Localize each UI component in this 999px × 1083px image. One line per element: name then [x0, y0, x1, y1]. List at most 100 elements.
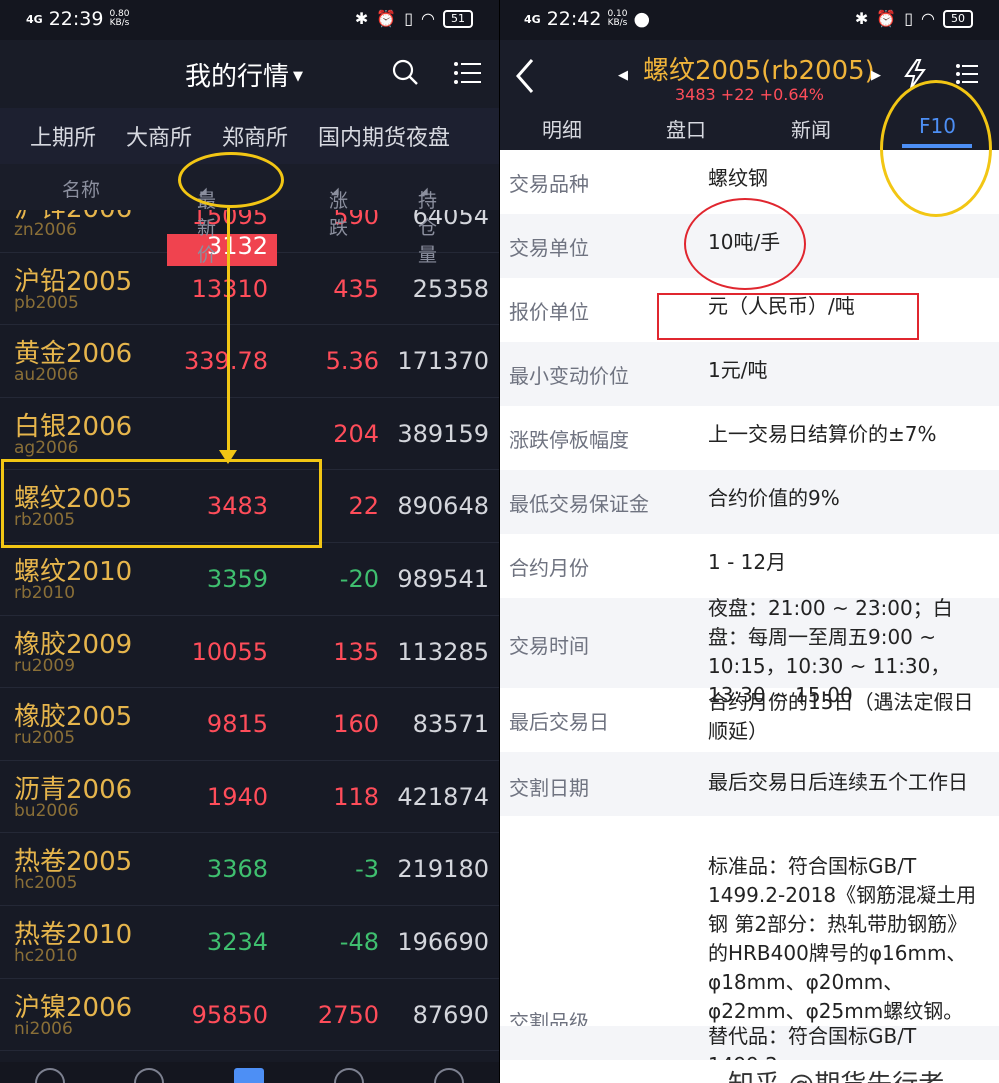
- tab-detail[interactable]: 明细: [542, 114, 582, 143]
- next-contract-icon[interactable]: ▶: [871, 68, 881, 83]
- price-change: 160: [333, 710, 379, 739]
- tab-orderbook[interactable]: 盘口: [666, 114, 706, 143]
- wifi-icon: ◠: [421, 9, 435, 28]
- open-interest: 87690: [412, 1000, 489, 1029]
- annotation-arrow: [227, 208, 230, 458]
- alarm-icon: ⏰: [876, 9, 897, 28]
- quote-row[interactable]: 热卷2010 hc2010 3234 -48 196690: [0, 906, 499, 979]
- prev-contract-icon[interactable]: ◀: [618, 68, 628, 83]
- spec-value: 合约价值的9%: [708, 486, 840, 510]
- price-change: 118: [333, 782, 379, 811]
- spec-label: 最低交易保证金: [509, 492, 649, 516]
- col-name[interactable]: 名称: [62, 175, 100, 202]
- bluetooth-icon: ✱: [354, 9, 369, 28]
- market-icon[interactable]: [134, 1068, 164, 1083]
- battery-icon: 51: [443, 9, 473, 28]
- last-price: 10055: [191, 637, 268, 666]
- spec-label: 报价单位: [509, 300, 589, 324]
- signal-icon: 4G: [26, 12, 43, 26]
- quote-row[interactable]: 黄金2006 au2006 339.78 5.36 171370: [0, 325, 499, 398]
- menu-icon[interactable]: [956, 63, 978, 85]
- open-interest: 25358: [412, 274, 489, 303]
- spec-label: 交易时间: [509, 634, 589, 658]
- quote-row[interactable]: 热卷2005 hc2005 3368 -3 219180: [0, 833, 499, 906]
- profile-icon[interactable]: [434, 1068, 464, 1083]
- trade-icon[interactable]: [334, 1068, 364, 1083]
- contract-code: ru2005: [14, 728, 76, 749]
- last-price: 339.78: [184, 347, 268, 376]
- wechat-icon: ●: [633, 8, 651, 30]
- spec-row: 交割品级 标准品：符合国标GB/T 1499.2-2018《钢筋混凝土用钢 第2部…: [500, 816, 999, 1034]
- spec-label: 交易品种: [509, 172, 589, 196]
- spec-label: 涨跌停板幅度: [509, 428, 629, 452]
- sort-icon: ◢: [331, 186, 339, 197]
- clock: 22:39: [48, 8, 104, 30]
- quote-row[interactable]: 沪镍2006 ni2006 95850 2750 87690: [0, 979, 499, 1052]
- spec-value: 1元/吨: [708, 358, 768, 382]
- tab-night[interactable]: 国内期货夜盘: [318, 120, 450, 152]
- quote-row[interactable]: 橡胶2009 ru2009 10055 135 113285: [0, 616, 499, 689]
- signal-icon: 4G: [524, 12, 541, 26]
- spec-label: 最后交易日: [509, 710, 609, 734]
- watchlist-title[interactable]: 我的行情 ▼: [185, 56, 303, 93]
- tab-shfe[interactable]: 上期所: [30, 120, 96, 152]
- vibrate-icon: ▯: [404, 9, 414, 28]
- contract-code: hc2010: [14, 946, 78, 966]
- last-price: 3234: [206, 928, 268, 956]
- open-interest: 113285: [397, 637, 489, 666]
- contract-code: ag2006: [14, 437, 79, 458]
- open-interest: 83571: [412, 710, 489, 739]
- col-oi-label: 持仓量: [418, 190, 438, 266]
- last-price: 1940: [206, 782, 268, 811]
- menu-icon[interactable]: [454, 61, 481, 85]
- spec-value: 上一交易日结算价的±7%: [708, 422, 937, 446]
- spec-label: 交易单位: [509, 236, 589, 260]
- tab-czce[interactable]: 郑商所: [222, 120, 288, 152]
- contract-quote: 3483 +22 +0.64%: [675, 85, 824, 104]
- price-change: 435: [333, 274, 379, 303]
- net-speed: 0.10 KB/s: [607, 9, 628, 28]
- watchlist-title-text: 我的行情: [185, 62, 290, 92]
- search-icon[interactable]: [392, 59, 418, 85]
- watchlist-icon[interactable]: [234, 1068, 264, 1083]
- contract-code: hc2005: [14, 873, 78, 894]
- watermark: 知乎 @期货先行者: [728, 1064, 944, 1083]
- price-change: 135: [333, 637, 379, 666]
- spec-value: 标准品：符合国标GB/T 1499.2-2018《钢筋混凝土用钢 第2部分：热轧…: [708, 854, 977, 1023]
- price-change: 204: [333, 419, 379, 448]
- annotation-rect: [1, 459, 322, 548]
- spec-row: 最低交易保证金 合约价值的9%: [500, 470, 999, 534]
- quote-row[interactable]: 橡胶2005 ru2005 9815 160 83571: [0, 688, 499, 761]
- contract-detail-screen: 4G 22:42 0.10 KB/s ● ✱ ⏰ ▯ ◠ 50 ◀ 螺纹2005…: [500, 0, 999, 1083]
- back-icon[interactable]: [514, 58, 536, 94]
- tab-dce[interactable]: 大商所: [126, 120, 192, 152]
- quote-row[interactable]: 螺纹2010 rb2010 3359 -20 989541: [0, 543, 499, 616]
- spec-label: 合约月份: [509, 556, 589, 580]
- contract-code: rb2010: [14, 583, 76, 603]
- tab-news[interactable]: 新闻: [791, 114, 831, 143]
- status-bar: 4G 22:39 0.80 KB/s ✱ ⏰ ▯ ◠ 51: [0, 0, 499, 40]
- contract-code: bu2006: [14, 800, 79, 821]
- spec-row: 交易时间 夜盘：21:00 ~ 23:00；白盘：每周一至周五9:00 ~ 10:…: [500, 596, 999, 707]
- battery-icon: 50: [943, 9, 973, 28]
- spec-value: 1 - 12月: [708, 550, 787, 574]
- flash-price: 3132: [206, 232, 268, 260]
- bluetooth-icon: ✱: [854, 9, 869, 28]
- spec-value: 最后交易日后连续五个工作日: [708, 770, 968, 794]
- open-interest: 989541: [397, 565, 489, 593]
- quote-row[interactable]: 沥青2006 bu2006 1940 118 421874: [0, 761, 499, 834]
- vibrate-icon: ▯: [904, 9, 914, 28]
- contract-code: pb2005: [14, 292, 79, 313]
- spec-label: 最小变动价位: [509, 364, 629, 388]
- spec-label: 交割日期: [509, 776, 589, 800]
- annotation-ellipse-red: [684, 198, 806, 290]
- spec-row: 涨跌停板幅度 上一交易日结算价的±7%: [500, 406, 999, 470]
- price-change: -20: [339, 565, 379, 593]
- spec-value: 合约月份的15日（遇法定假日顺延）: [708, 690, 974, 743]
- spec-row: 最后交易日 合约月份的15日（遇法定假日顺延）: [500, 688, 999, 752]
- open-interest: 171370: [397, 347, 489, 376]
- contract-code: au2006: [14, 365, 79, 386]
- contract-code: zn2006: [14, 220, 77, 240]
- annotation-ellipse: [880, 80, 992, 217]
- home-icon[interactable]: [35, 1068, 65, 1083]
